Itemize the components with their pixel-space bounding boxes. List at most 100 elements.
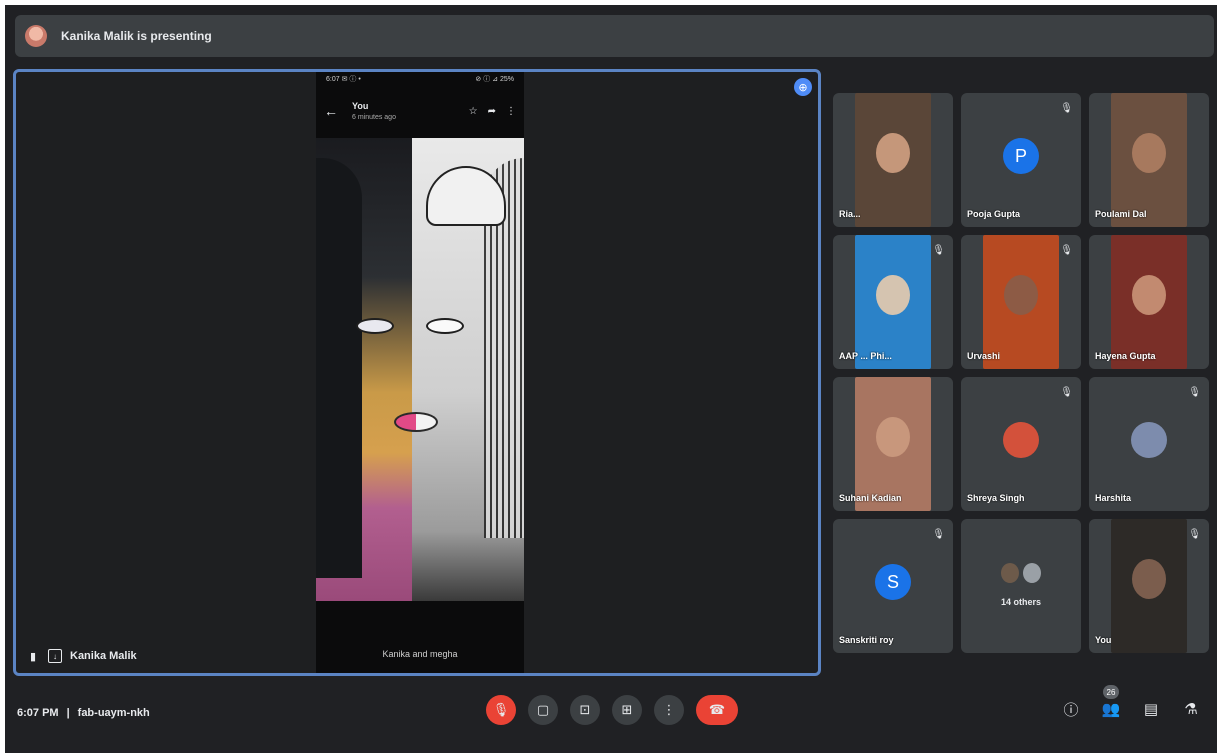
participant-name: Sanskriti roy <box>839 635 894 645</box>
participant-name: Shreya Singh <box>967 493 1025 503</box>
captions-icon: ⊡ <box>579 702 591 717</box>
shared-phone-screen: 6:07 ✉ ⓘ • ⊘ ⓘ ⊿ 25% ← You 6 minutes ago… <box>316 72 524 673</box>
participant-face <box>1132 559 1166 600</box>
present-icon: ⊞ <box>621 702 633 717</box>
mic-off-icon: 🎙 <box>1060 387 1073 398</box>
activities-icon: ⚗ <box>1184 701 1198 718</box>
participant-tile[interactable]: Poulami Dal <box>1089 93 1209 227</box>
phone-header: ← You 6 minutes ago ☆ ➦ ⋮ <box>316 86 524 136</box>
meeting-info: 6:07 PM | fab-uaym-nkh <box>17 707 150 719</box>
participant-name: You <box>1095 635 1112 645</box>
screen-share-stage[interactable]: ⊕ 6:07 ✉ ⓘ • ⊘ ⓘ ⊿ 25% ← You 6 minutes a… <box>13 69 821 676</box>
mic-off-icon: 🎙 <box>1188 529 1201 540</box>
mic-icon: ▮ <box>29 650 37 663</box>
mic-off-icon: 🎙 <box>932 529 945 540</box>
mic-off-icon: 🎙 <box>1060 245 1073 256</box>
presenter-label: ▮ ↓ Kanika Malik <box>26 649 137 663</box>
participant-avatar <box>1131 422 1167 458</box>
present-button[interactable]: ⊞ <box>612 695 642 725</box>
participant-face <box>1004 275 1038 316</box>
presenting-text: Kanika Malik is presenting <box>61 29 212 43</box>
hangup-icon: ☎ <box>708 702 726 717</box>
captions-button[interactable]: ⊡ <box>570 695 600 725</box>
presenter-name: Kanika Malik <box>70 650 137 662</box>
mic-off-icon: 🎙 <box>1188 387 1201 398</box>
participant-name: Harshita <box>1095 493 1132 503</box>
participant-tile[interactable]: P 🎙 Pooja Gupta <box>961 93 1081 227</box>
participant-video <box>983 235 1059 369</box>
people-icon: 👥 <box>1101 701 1121 718</box>
others-avatars <box>999 561 1043 587</box>
participant-video <box>855 377 931 511</box>
participant-video <box>1111 235 1187 369</box>
chat-icon: ▤ <box>1143 701 1159 718</box>
meeting-code: fab-uaym-nkh <box>77 707 150 719</box>
participant-tile[interactable]: 🎙 Harshita <box>1089 377 1209 511</box>
participant-face <box>1132 133 1166 174</box>
participant-grid: Ria... P 🎙 Pooja Gupta Poulami Dal 🎙 AAP ... P… <box>833 93 1215 663</box>
phone-title: You <box>352 101 369 111</box>
present-screen-icon: ↓ <box>48 649 62 663</box>
participant-tile[interactable]: Hayena Gupta <box>1089 235 1209 369</box>
participant-face <box>876 275 910 316</box>
leave-call-button[interactable]: ☎ <box>696 695 738 725</box>
chat-button[interactable]: ▤ <box>1141 699 1161 719</box>
participant-tile[interactable]: S 🎙 Sanskriti roy <box>833 519 953 653</box>
participant-name: Suhani Kadian <box>839 493 902 503</box>
phone-caption: Kanika and megha <box>382 649 458 659</box>
avatar <box>1021 561 1043 585</box>
participant-tile[interactable]: 🎙 Urvashi <box>961 235 1081 369</box>
participant-tile[interactable]: 14 others <box>961 519 1081 653</box>
more-vert-icon: ⋮ <box>662 702 676 717</box>
phone-subtitle: 6 minutes ago <box>352 114 396 121</box>
mic-off-icon: 🎙 <box>1060 103 1073 114</box>
people-count-badge: 26 <box>1103 685 1119 699</box>
participant-video <box>855 93 931 227</box>
pin-icon[interactable]: ⊕ <box>794 78 812 96</box>
camera-off-icon: ▢ <box>536 702 550 717</box>
participant-avatar <box>1003 422 1039 458</box>
presenting-banner: Kanika Malik is presenting <box>15 15 1214 57</box>
participant-name: AAP ... Phi... <box>839 351 892 361</box>
participant-tile[interactable]: 🎙 You <box>1089 519 1209 653</box>
people-button[interactable]: 26 👥 <box>1101 685 1121 719</box>
shared-artwork <box>316 138 524 601</box>
participant-video <box>1111 93 1187 227</box>
participant-face <box>876 133 910 174</box>
back-arrow-icon: ← <box>324 103 338 119</box>
participant-avatar: P <box>1003 138 1039 174</box>
participant-face <box>876 417 910 458</box>
info-separator: | <box>66 707 70 719</box>
participant-name: Hayena Gupta <box>1095 351 1156 361</box>
star-icon: ☆ <box>468 105 478 117</box>
activities-button[interactable]: ⚗ <box>1181 699 1201 719</box>
camera-button[interactable]: ▢ <box>528 695 558 725</box>
mic-off-button[interactable]: 🎙 <box>486 695 516 725</box>
participant-avatar: S <box>875 564 911 600</box>
meet-window: Kanika Malik is presenting ⊕ 6:07 ✉ ⓘ • … <box>5 5 1217 753</box>
mic-off-icon: 🎙 <box>492 702 510 717</box>
participant-name: Pooja Gupta <box>967 209 1021 219</box>
avatar <box>999 561 1021 585</box>
side-panel-controls: ⓘ 26 👥 ▤ ⚗ <box>1061 685 1201 719</box>
participant-tile[interactable]: Ria... <box>833 93 953 227</box>
participant-tile[interactable]: 🎙 AAP ... Phi... <box>833 235 953 369</box>
participant-video <box>855 235 931 369</box>
participant-name: Urvashi <box>967 351 1001 361</box>
participant-tile[interactable]: 🎙 Shreya Singh <box>961 377 1081 511</box>
meeting-details-button[interactable]: ⓘ <box>1061 699 1081 719</box>
more-options-button[interactable]: ⋮ <box>654 695 684 725</box>
participant-face <box>1132 275 1166 316</box>
control-bar: 6:07 PM | fab-uaym-nkh 🎙 ▢ ⊡ ⊞ ⋮ ☎ ⓘ 26 … <box>5 677 1217 753</box>
participant-tile[interactable]: Suhani Kadian <box>833 377 953 511</box>
share-icon: ➦ <box>487 105 496 117</box>
more-vert-icon: ⋮ <box>506 105 516 117</box>
phone-status-bar: 6:07 ✉ ⓘ • ⊘ ⓘ ⊿ 25% <box>316 72 524 86</box>
phone-status-right: ⊘ ⓘ ⊿ 25% <box>475 76 514 83</box>
info-icon: ⓘ <box>1063 701 1079 719</box>
phone-status-left: 6:07 ✉ ⓘ • <box>326 76 361 83</box>
others-count-label: 14 others <box>1000 597 1042 607</box>
presenter-avatar <box>25 25 47 47</box>
participant-name: Poulami Dal <box>1095 209 1147 219</box>
clock-time: 6:07 PM <box>17 707 59 719</box>
